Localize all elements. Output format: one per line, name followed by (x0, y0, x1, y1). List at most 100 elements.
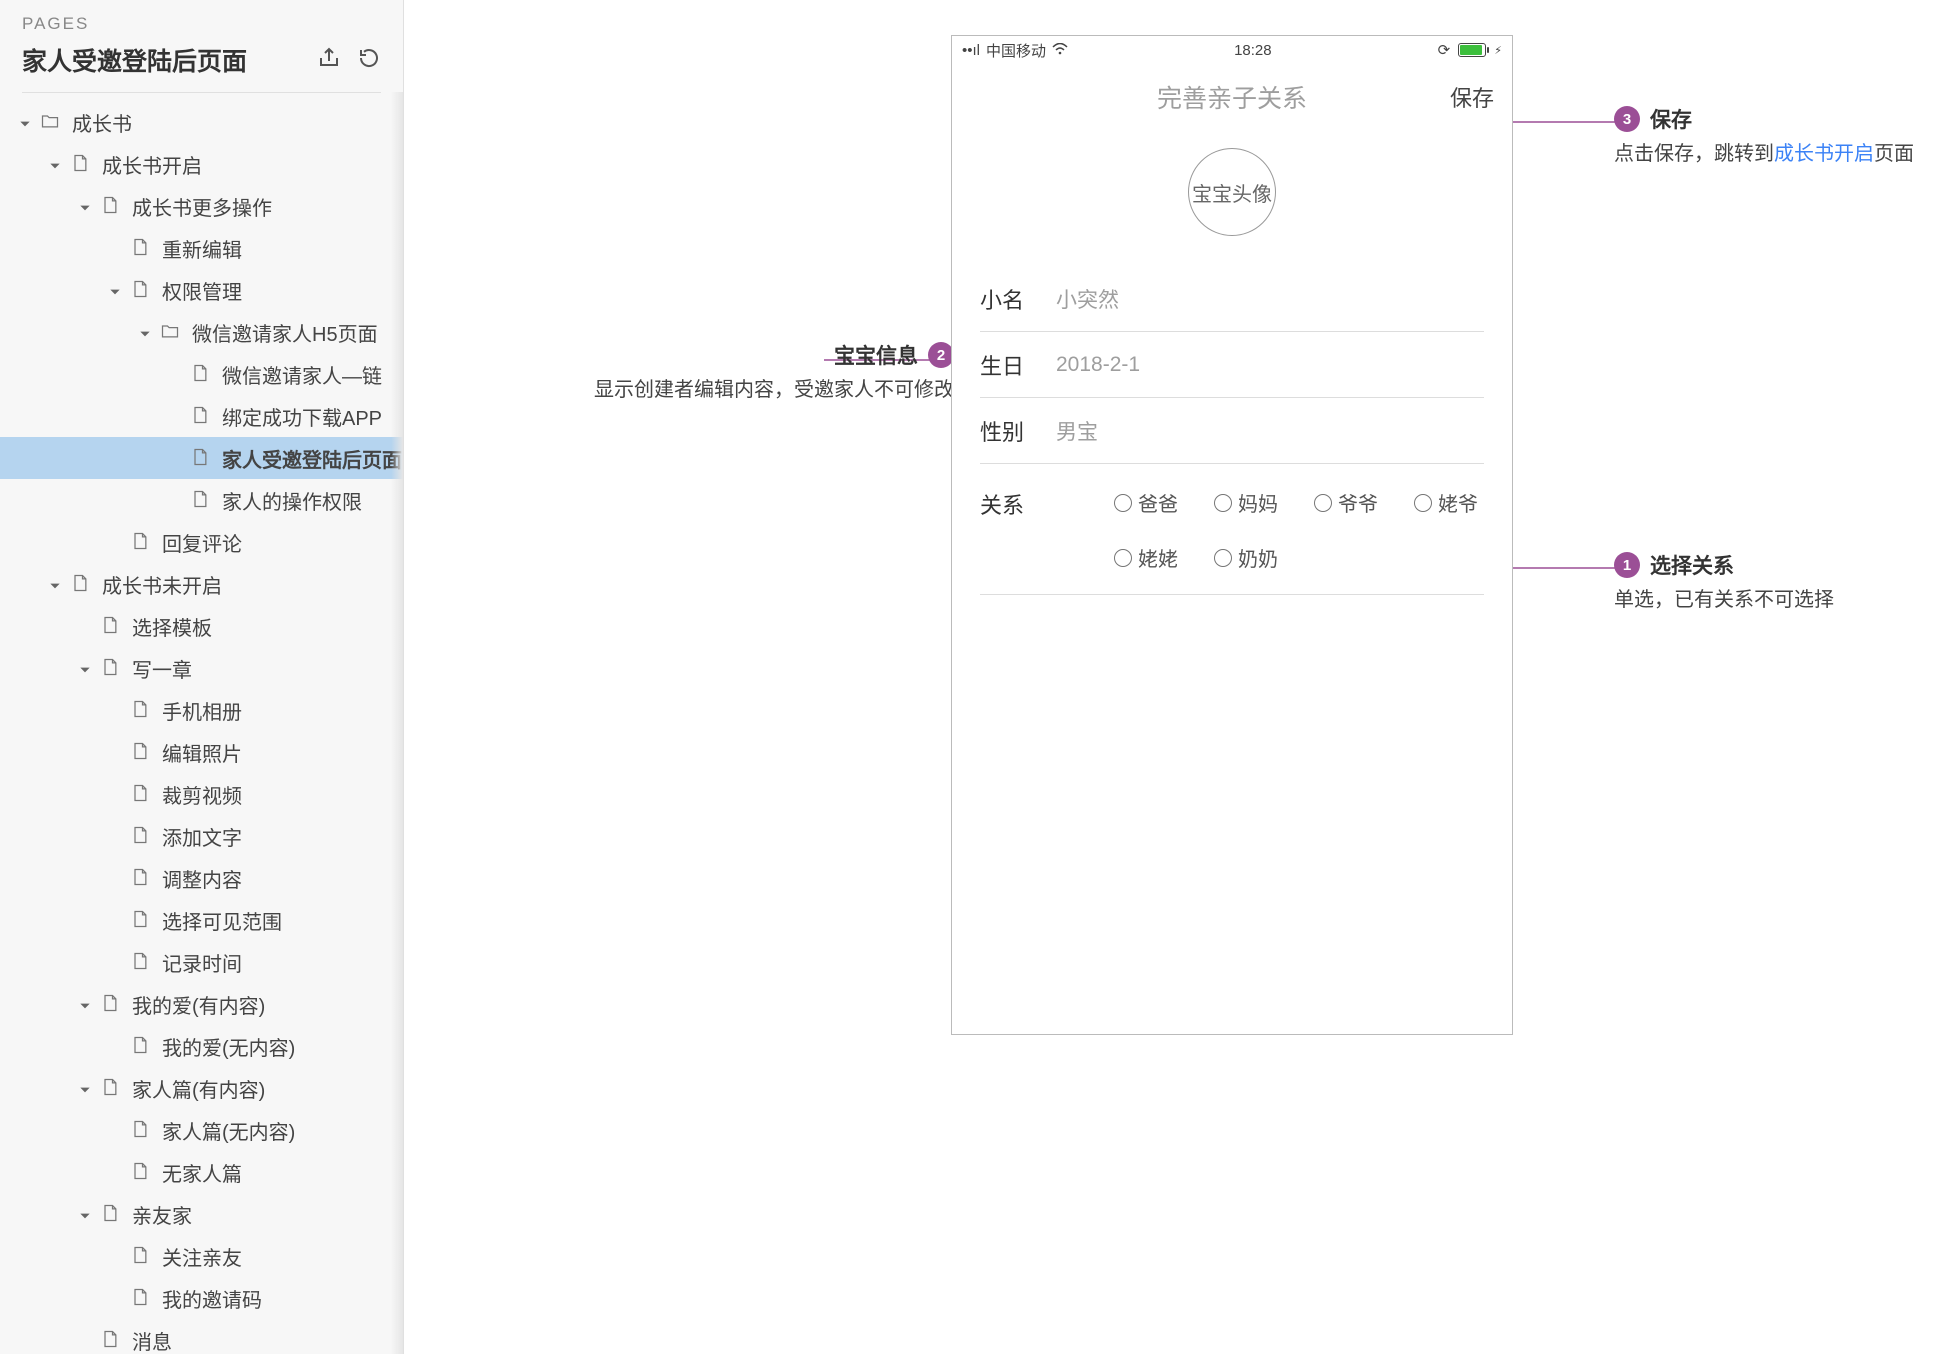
annotation-title-1: 选择关系 (1650, 550, 1734, 580)
pages-tree[interactable]: 成长书成长书开启成长书更多操作重新编辑权限管理微信邀请家人H5页面微信邀请家人—… (0, 93, 403, 1354)
tree-item-label: 成长书开启 (102, 150, 202, 179)
baby-avatar[interactable]: 宝宝头像 (1188, 148, 1276, 236)
tree-item[interactable]: 我的邀请码 (0, 1277, 403, 1319)
tree-item[interactable]: 消息 (0, 1319, 403, 1354)
document-icon (70, 573, 92, 595)
document-icon (130, 279, 152, 301)
carrier-label: 中国移动 (986, 40, 1046, 61)
document-icon (190, 489, 212, 511)
relation-option[interactable]: 妈妈 (1214, 488, 1278, 517)
tree-item[interactable]: 亲友家 (0, 1193, 403, 1235)
tree-item[interactable]: 关注亲友 (0, 1235, 403, 1277)
annotation-badge-1: 1 (1614, 552, 1640, 578)
tree-item-label: 编辑照片 (162, 738, 242, 767)
current-page-title: 家人受邀登陆后页面 (22, 42, 247, 78)
scrollbar[interactable] (391, 92, 403, 1354)
nickname-label: 小名 (980, 283, 1056, 315)
tree-item[interactable]: 我的爱(无内容) (0, 1025, 403, 1067)
tree-item[interactable]: 选择可见范围 (0, 899, 403, 941)
tree-item[interactable]: 家人受邀登陆后页面 (0, 437, 403, 479)
relation-option-label: 奶奶 (1238, 543, 1278, 572)
relation-radio[interactable] (1114, 549, 1132, 567)
share-icon[interactable] (317, 46, 341, 75)
document-icon (100, 657, 122, 679)
tree-item[interactable]: 家人的操作权限 (0, 479, 403, 521)
tree-item[interactable]: 重新编辑 (0, 227, 403, 269)
tree-item-label: 亲友家 (132, 1200, 192, 1229)
birthday-field: 生日 (980, 332, 1484, 398)
tree-item[interactable]: 手机相册 (0, 689, 403, 731)
wifi-icon (1052, 42, 1068, 59)
annotation-link[interactable]: 成长书开启 (1774, 143, 1874, 165)
chevron-down-icon[interactable] (78, 1206, 94, 1222)
chevron-down-icon[interactable] (48, 156, 64, 172)
tree-item-label: 记录时间 (162, 948, 242, 977)
tree-item[interactable]: 记录时间 (0, 941, 403, 983)
relation-option[interactable]: 姥姥 (1114, 543, 1178, 572)
relation-field: 关系 爸爸 妈妈 爷爷 姥爷姥姥 奶奶 (980, 464, 1484, 595)
document-icon (130, 237, 152, 259)
relation-radio[interactable] (1214, 494, 1232, 512)
relation-option[interactable]: 爷爷 (1314, 488, 1378, 517)
birthday-label: 生日 (980, 349, 1056, 381)
annotation-title-3: 保存 (1650, 104, 1692, 134)
folder-icon (160, 321, 182, 343)
document-icon (100, 1077, 122, 1099)
document-icon (130, 909, 152, 931)
gender-field: 性别 (980, 398, 1484, 464)
chevron-down-icon[interactable] (138, 324, 154, 340)
tree-item-label: 手机相册 (162, 696, 242, 725)
tree-item-label: 绑定成功下载APP (222, 402, 382, 431)
tree-item[interactable]: 成长书更多操作 (0, 185, 403, 227)
tree-item-label: 我的爱(有内容) (132, 990, 265, 1019)
tree-item[interactable]: 成长书开启 (0, 143, 403, 185)
annotation-title-2: 宝宝信息 (834, 340, 918, 370)
tree-item[interactable]: 微信邀请家人H5页面 (0, 311, 403, 353)
tree-item[interactable]: 调整内容 (0, 857, 403, 899)
relation-label: 关系 (980, 488, 1056, 520)
chevron-down-icon[interactable] (78, 198, 94, 214)
relation-option[interactable]: 爸爸 (1114, 488, 1178, 517)
tree-item[interactable]: 我的爱(有内容) (0, 983, 403, 1025)
tree-item[interactable]: 选择模板 (0, 605, 403, 647)
save-button[interactable]: 保存 (1450, 81, 1494, 113)
relation-option[interactable]: 姥爷 (1414, 488, 1478, 517)
nickname-input (1056, 287, 1484, 311)
tree-item[interactable]: 家人篇(无内容) (0, 1109, 403, 1151)
chevron-down-icon[interactable] (78, 996, 94, 1012)
tree-item[interactable]: 成长书未开启 (0, 563, 403, 605)
chevron-down-icon[interactable] (48, 576, 64, 592)
tree-item[interactable]: 权限管理 (0, 269, 403, 311)
relation-option[interactable]: 奶奶 (1214, 543, 1278, 572)
tree-item[interactable]: 绑定成功下载APP (0, 395, 403, 437)
document-icon (130, 951, 152, 973)
relation-option-label: 爸爸 (1138, 488, 1178, 517)
document-icon (130, 741, 152, 763)
tree-item[interactable]: 裁剪视频 (0, 773, 403, 815)
tree-item[interactable]: 编辑照片 (0, 731, 403, 773)
tree-item[interactable]: 回复评论 (0, 521, 403, 563)
tree-item[interactable]: 成长书 (0, 101, 403, 143)
relation-radio[interactable] (1314, 494, 1332, 512)
annotation-3: 3 保存 点击保存，跳转到成长书开启页面 (1614, 104, 1958, 169)
relation-radio[interactable] (1114, 494, 1132, 512)
tree-item[interactable]: 无家人篇 (0, 1151, 403, 1193)
refresh-icon[interactable] (357, 46, 381, 75)
tree-item-label: 家人受邀登陆后页面 (222, 444, 402, 473)
relation-option-label: 姥爷 (1438, 488, 1478, 517)
chevron-down-icon[interactable] (18, 114, 34, 130)
tree-item-label: 选择模板 (132, 612, 212, 641)
tree-item[interactable]: 微信邀请家人—链 (0, 353, 403, 395)
tree-item-label: 微信邀请家人—链 (222, 360, 382, 389)
tree-item[interactable]: 添加文字 (0, 815, 403, 857)
chevron-down-icon[interactable] (108, 282, 124, 298)
tree-item[interactable]: 写一章 (0, 647, 403, 689)
chevron-down-icon[interactable] (78, 660, 94, 676)
document-icon (130, 1161, 152, 1183)
relation-radio[interactable] (1414, 494, 1432, 512)
document-icon (130, 1287, 152, 1309)
chevron-down-icon[interactable] (78, 1080, 94, 1096)
relation-radio[interactable] (1214, 549, 1232, 567)
tree-item[interactable]: 家人篇(有内容) (0, 1067, 403, 1109)
battery-icon (1458, 43, 1486, 57)
